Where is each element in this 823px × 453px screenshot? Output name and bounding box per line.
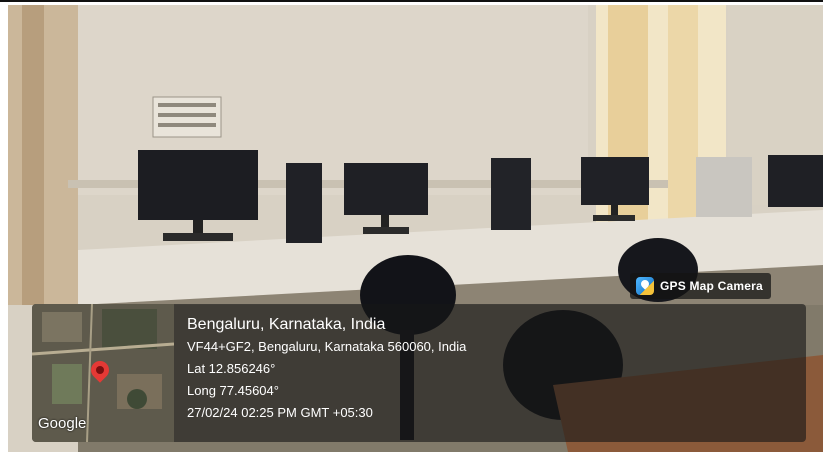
location-details: Bengaluru, Karnataka, India VF44+GF2, Be…	[187, 314, 466, 424]
gps-map-camera-badge: GPS Map Camera	[630, 273, 771, 299]
map-thumbnail: Google	[32, 304, 174, 442]
location-info-panel: Google Bengaluru, Karnataka, India VF44+…	[32, 304, 806, 442]
gps-map-camera-icon	[636, 277, 654, 295]
datetime: 27/02/24 02:25 PM GMT +05:30	[187, 405, 373, 420]
google-logo: Google	[38, 415, 87, 432]
cpu-tower-3	[696, 157, 752, 217]
cpu-tower-2	[491, 158, 531, 230]
cpu-tower-1	[286, 163, 322, 243]
photo-frame: GPS Map Camera Google Bengaluru, Karnata…	[0, 0, 823, 453]
place-name: Bengaluru, Karnataka, India	[187, 316, 386, 333]
longitude: Long 77.45604°	[187, 383, 279, 398]
address: VF44+GF2, Bengaluru, Karnataka 560060, I…	[187, 339, 467, 354]
latitude: Lat 12.856246°	[187, 361, 276, 376]
badge-label: GPS Map Camera	[660, 279, 763, 293]
monitor-4	[768, 155, 823, 207]
